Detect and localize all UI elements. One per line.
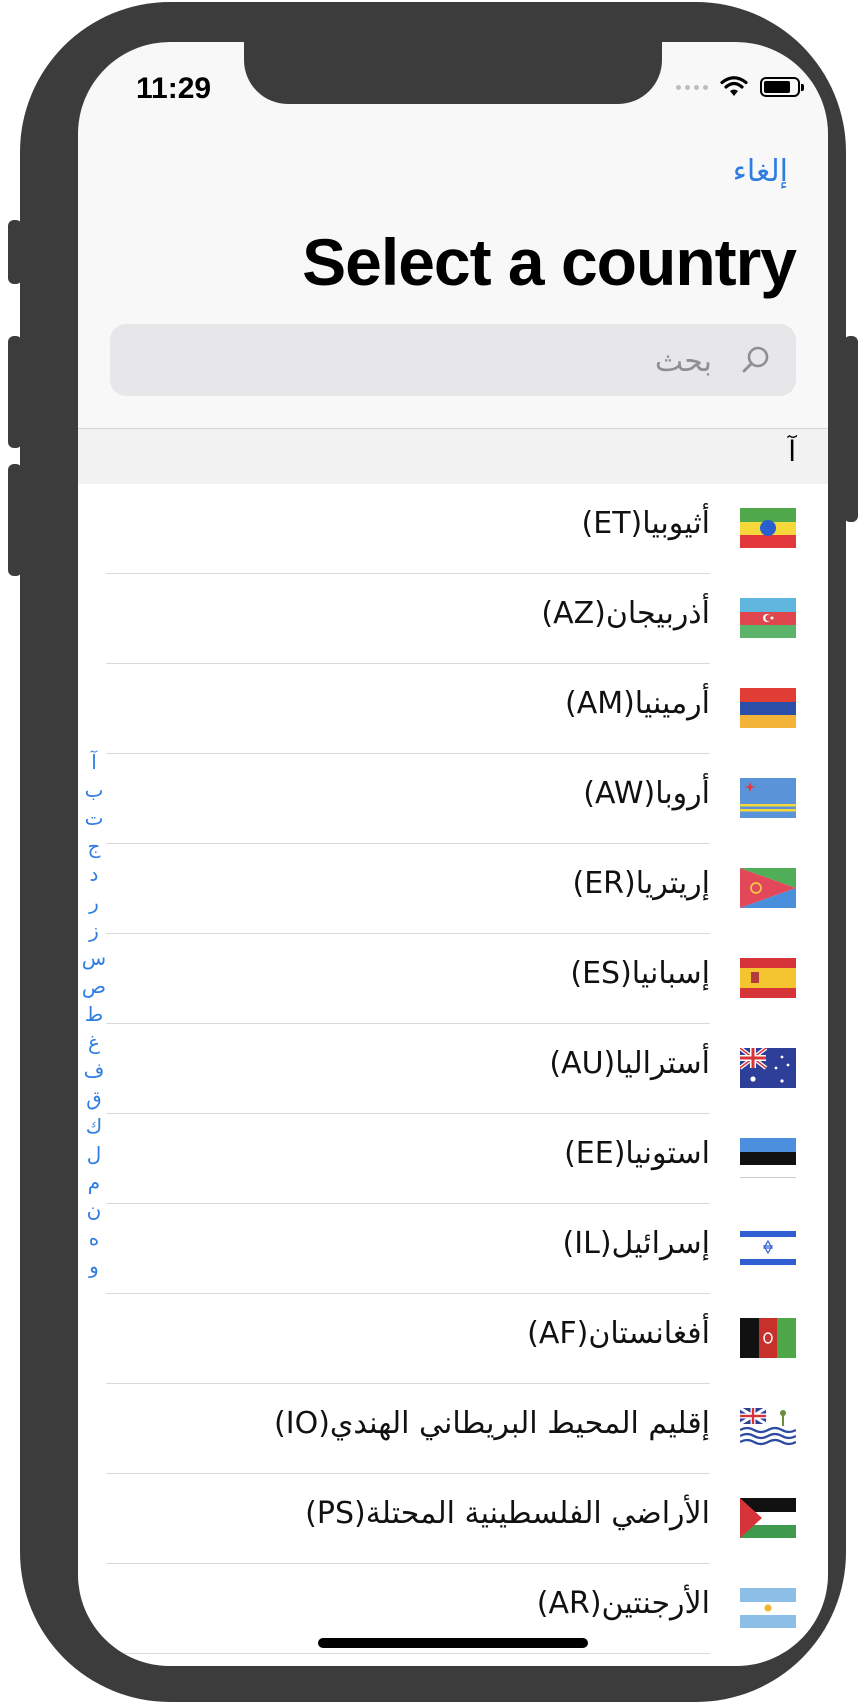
- index-letter[interactable]: د: [90, 860, 99, 888]
- country-label: أثيوبيا(ET): [581, 506, 710, 541]
- country-label: أفغانستان(AF): [527, 1316, 710, 1351]
- index-letter[interactable]: ل: [87, 1140, 102, 1168]
- flag-ps-icon: [740, 1498, 796, 1538]
- signal-icon: [676, 84, 708, 90]
- mute-switch: [8, 220, 22, 284]
- power-button: [844, 336, 858, 522]
- index-letter[interactable]: ز: [89, 916, 99, 944]
- search-bar[interactable]: [110, 324, 796, 398]
- country-row-az[interactable]: أذربيجان(AZ): [78, 574, 828, 664]
- index-letter[interactable]: ر: [89, 888, 99, 916]
- index-letter[interactable]: آ: [91, 748, 97, 776]
- flag-et-icon: [740, 508, 796, 548]
- search-icon: [742, 346, 769, 373]
- flag-io-icon: [740, 1408, 796, 1448]
- index-letter[interactable]: ج: [88, 832, 101, 860]
- country-row-ee[interactable]: استونيا(EE): [78, 1114, 828, 1204]
- country-row-il[interactable]: إسرائيل(IL): [78, 1204, 828, 1294]
- home-indicator[interactable]: [318, 1638, 588, 1648]
- country-label: استونيا(EE): [564, 1136, 710, 1171]
- index-letter[interactable]: م: [88, 1168, 100, 1196]
- search-input[interactable]: [210, 324, 714, 398]
- section-label: آ: [788, 435, 796, 468]
- country-list: أثيوبيا(ET) أذربيجان(AZ) أرمينيا(AM) أرو…: [78, 484, 828, 1666]
- notch: [244, 42, 662, 104]
- country-row-es[interactable]: إسبانيا(ES): [78, 934, 828, 1024]
- country-label: الأرجنتين(AR): [536, 1586, 710, 1621]
- index-letter[interactable]: ب: [85, 776, 104, 804]
- country-label: إسرائيل(IL): [562, 1226, 710, 1261]
- volume-up-button: [8, 336, 22, 448]
- country-label: إقليم المحيط البريطاني الهندي(IO): [274, 1406, 710, 1441]
- cancel-button[interactable]: إلغاء: [733, 154, 788, 189]
- flag-ee-icon: [740, 1138, 796, 1178]
- section-header: آ: [78, 428, 828, 485]
- flag-au-icon: [740, 1048, 796, 1088]
- country-label: الأراضي الفلسطينية المحتلة(PS): [305, 1496, 710, 1531]
- index-letter[interactable]: ط: [85, 1000, 104, 1028]
- flag-es-icon: [740, 958, 796, 998]
- index-letter[interactable]: ف: [84, 1056, 105, 1084]
- wifi-icon: [720, 76, 748, 96]
- index-letter[interactable]: ق: [86, 1084, 102, 1112]
- country-label: أستراليا(AU): [549, 1046, 710, 1081]
- country-row-io[interactable]: إقليم المحيط البريطاني الهندي(IO): [78, 1384, 828, 1474]
- index-letter[interactable]: س: [82, 944, 106, 972]
- index-letter[interactable]: غ: [88, 1028, 100, 1056]
- index-letter[interactable]: ن: [87, 1196, 102, 1224]
- index-letter[interactable]: ه: [89, 1224, 99, 1252]
- page-title: Select a country: [302, 225, 797, 299]
- country-row-aw[interactable]: أروبا(AW): [78, 754, 828, 844]
- flag-am-icon: [740, 688, 796, 728]
- country-label: أرمينيا(AM): [564, 686, 710, 721]
- flag-az-icon: [740, 598, 796, 638]
- index-letter[interactable]: ك: [86, 1112, 102, 1140]
- country-label: إسبانيا(ES): [570, 956, 710, 991]
- country-row-af[interactable]: أفغانستان(AF): [78, 1294, 828, 1384]
- row-divider: [106, 1653, 710, 1654]
- screen: 11:29 إلغاء Select a country آ: [78, 42, 828, 1666]
- country-row-et[interactable]: أثيوبيا(ET): [78, 484, 828, 574]
- index-letter[interactable]: ص: [82, 972, 106, 1000]
- battery-icon: [760, 77, 804, 97]
- country-label: إريتريا(ER): [572, 866, 710, 901]
- flag-aw-icon: [740, 778, 796, 818]
- flag-ar-icon: [740, 1588, 796, 1628]
- country-row-am[interactable]: أرمينيا(AM): [78, 664, 828, 754]
- country-label: أذربيجان(AZ): [541, 596, 710, 631]
- country-label: أروبا(AW): [583, 776, 710, 811]
- country-row-er[interactable]: إريتريا(ER): [78, 844, 828, 934]
- index-letter[interactable]: ت: [85, 804, 104, 832]
- device-frame: 11:29 إلغاء Select a country آ: [8, 2, 858, 1702]
- index-letter[interactable]: و: [89, 1252, 99, 1280]
- flag-af-icon: [740, 1318, 796, 1358]
- country-row-au[interactable]: أستراليا(AU): [78, 1024, 828, 1114]
- country-row-ps[interactable]: الأراضي الفلسطينية المحتلة(PS): [78, 1474, 828, 1564]
- status-time: 11:29: [136, 72, 212, 105]
- section-index-bar[interactable]: آ ب ت ج د ر ز س ص ط غ ف ق ك ل م ن ه و: [82, 748, 106, 1280]
- flag-er-icon: [740, 868, 796, 908]
- status-indicators: [676, 76, 804, 98]
- flag-il-icon: [740, 1228, 796, 1268]
- volume-down-button: [8, 464, 22, 576]
